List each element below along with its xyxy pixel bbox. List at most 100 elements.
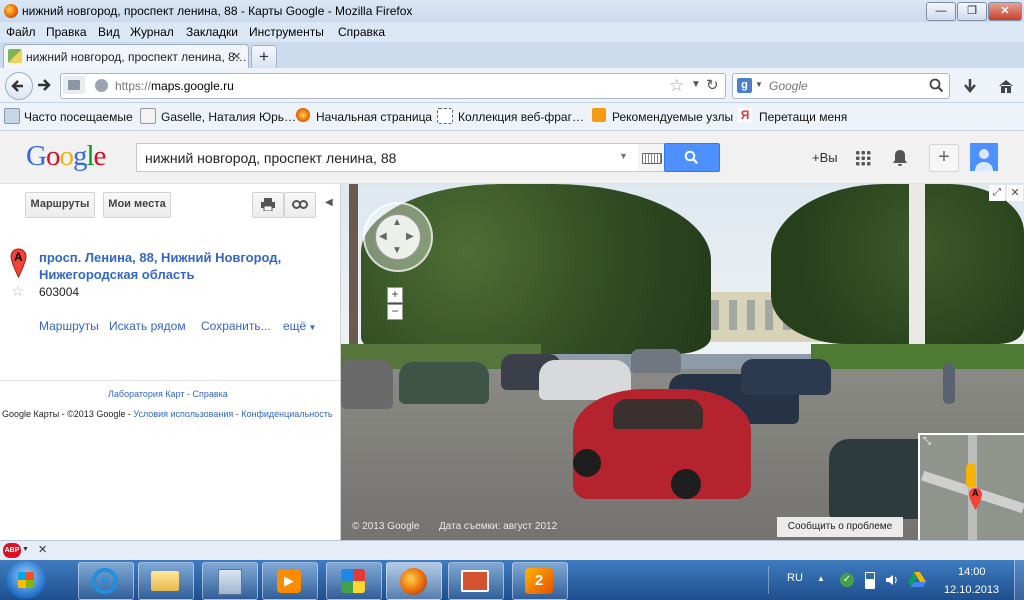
maps-search-input[interactable]: нижний новгород, проспект ленина, 88 ▼ (136, 143, 640, 172)
show-hidden-icons[interactable]: ▲ (817, 574, 825, 583)
pegman-icon[interactable] (966, 463, 976, 487)
menu-view[interactable]: Вид (98, 25, 120, 39)
plus-you-link[interactable]: +Вы (812, 150, 838, 165)
taskbar-calculator[interactable] (202, 562, 258, 600)
panel-copyright: Google Карты - ©2013 Google - Условия ис… (2, 409, 333, 419)
close-window-button[interactable]: ✕ (988, 2, 1022, 21)
address-bar[interactable]: https://maps.google.ru ☆ ▼ ↻ (60, 73, 726, 99)
bookmark-star-icon[interactable]: ☆ (669, 76, 684, 96)
adblock-icon[interactable]: ABP (3, 543, 21, 558)
search-bar[interactable]: g ▼ Google (732, 73, 950, 99)
apps-grid-icon[interactable] (855, 150, 871, 166)
taskbar-firefox[interactable] (386, 562, 442, 600)
notifications-bell-icon[interactable] (891, 148, 909, 168)
privacy-link[interactable]: Конфиденциальность (241, 409, 332, 419)
maps-search-button[interactable] (664, 143, 720, 172)
start-button[interactable] (6, 561, 46, 599)
labs-link[interactable]: Лаборатория Карт (108, 389, 185, 399)
show-desktop-button[interactable] (1014, 560, 1024, 600)
pan-down-icon[interactable]: ▼ (392, 245, 402, 256)
tab-close-icon[interactable]: ✕ (232, 50, 241, 63)
taskbar-app[interactable]: 2 (512, 562, 568, 600)
new-tab-button[interactable]: + (251, 45, 277, 69)
identity-box[interactable] (63, 76, 85, 94)
reload-icon[interactable]: ↻ (706, 76, 719, 94)
search-placeholder: Google (769, 79, 808, 93)
address-line-2[interactable]: Нижегородская область (39, 267, 195, 282)
link-save[interactable]: Сохранить... (201, 319, 271, 333)
google-logo[interactable]: Google (26, 140, 106, 173)
home-icon[interactable] (997, 77, 1015, 95)
my-places-button[interactable]: Мои места (103, 192, 171, 218)
bookmark-web-slices[interactable]: Коллекция веб-фраг… (458, 110, 584, 124)
pan-right-icon[interactable]: ▶ (406, 231, 414, 242)
bookmark-home-page[interactable]: Начальная страница (316, 110, 432, 124)
collapse-panel-icon[interactable]: ◀ (325, 197, 333, 208)
maximize-button[interactable]: ❐ (957, 2, 987, 21)
keyboard-button[interactable] (638, 143, 665, 172)
menu-tools[interactable]: Инструменты (249, 25, 324, 39)
link-more[interactable]: ещё ▼ (283, 319, 316, 333)
language-indicator[interactable]: RU (787, 572, 803, 584)
magnifier-icon (684, 150, 699, 165)
routes-button[interactable]: Маршруты (25, 192, 95, 218)
pan-control[interactable]: ▲ ▼ ◀ ▶ (363, 202, 433, 272)
taskbar-presentation[interactable] (448, 562, 504, 600)
dropdown-icon[interactable]: ▼ (691, 79, 701, 90)
avatar[interactable] (970, 143, 998, 171)
fullscreen-button[interactable]: ⤢ (989, 185, 1005, 201)
search-icon[interactable] (929, 78, 944, 93)
print-button[interactable] (252, 192, 284, 218)
drive-sync-icon[interactable] (908, 571, 926, 587)
close-streetview-button[interactable]: ✕ (1007, 185, 1023, 201)
battery-icon[interactable] (865, 572, 875, 589)
utility-pole (349, 184, 358, 364)
minimize-button[interactable]: — (926, 2, 956, 21)
pan-left-icon[interactable]: ◀ (379, 231, 387, 242)
address-line-1[interactable]: просп. Ленина, 88, Нижний Новгород, (39, 250, 281, 265)
menu-edit[interactable]: Правка (46, 25, 87, 39)
taskbar-media-player[interactable]: ▶ (262, 562, 318, 600)
taskbar-paint[interactable] (326, 562, 382, 600)
back-button[interactable] (5, 72, 33, 100)
clock-time[interactable]: 14:00 (958, 566, 986, 578)
link-button[interactable] (284, 192, 316, 218)
url-scheme: https:// (115, 79, 152, 93)
bookmark-gaselle[interactable]: Gaselle, Наталия Юрь… (161, 110, 296, 124)
bookmark-drag-me[interactable]: Перетащи меня (759, 110, 847, 124)
mini-map[interactable]: A ⤡ (918, 433, 1024, 540)
link-routes[interactable]: Маршруты (39, 319, 99, 333)
forward-button[interactable] (34, 74, 54, 96)
link-search-nearby[interactable]: Искать рядом (109, 319, 186, 333)
pan-up-icon[interactable]: ▲ (392, 217, 402, 228)
abp-dropdown-icon[interactable]: ▼ (22, 546, 29, 553)
taskbar-ie[interactable]: e (78, 562, 134, 600)
expand-map-icon[interactable]: ⤡ (923, 436, 931, 447)
security-check-icon[interactable]: ✓ (840, 573, 854, 587)
street-view-panorama[interactable]: ▲ ▼ ◀ ▶ + − ⤢ ✕ © 2013 Google Дата съемк… (341, 184, 1024, 540)
downloads-icon[interactable] (961, 77, 979, 95)
help-link[interactable]: Справка (193, 389, 228, 399)
taskbar-explorer[interactable] (138, 562, 194, 600)
zoom-out-button[interactable]: − (387, 304, 403, 320)
zoom-in-button[interactable]: + (387, 287, 403, 303)
favorite-star-icon[interactable]: ☆ (11, 282, 24, 300)
volume-icon[interactable] (884, 572, 900, 588)
close-addon-bar-icon[interactable]: ✕ (38, 543, 47, 556)
bookmark-most-visited[interactable]: Часто посещаемые (24, 110, 133, 124)
engine-dropdown-icon[interactable]: ▼ (755, 80, 763, 89)
google-search-engine-icon[interactable]: g (737, 78, 752, 93)
clock-date[interactable]: 12.10.2013 (944, 584, 999, 596)
share-plus-button[interactable]: + (929, 144, 959, 172)
report-problem-button[interactable]: Сообщить о проблеме (777, 517, 903, 537)
menu-file[interactable]: Файл (6, 25, 36, 39)
pan-inner[interactable]: ▲ ▼ ◀ ▶ (375, 214, 421, 260)
tab-maps[interactable]: нижний новгород, проспект ленина, 8… ✕ (3, 44, 249, 69)
panel-footer-links: Лаборатория Карт - Справка (108, 389, 228, 399)
terms-link[interactable]: Условия использования (133, 409, 233, 419)
menu-help[interactable]: Справка (338, 25, 385, 39)
menu-bookmarks[interactable]: Закладки (186, 25, 238, 39)
menu-history[interactable]: Журнал (130, 25, 174, 39)
bookmark-suggested-sites[interactable]: Рекомендуемые узлы (612, 110, 733, 124)
history-dropdown-icon[interactable]: ▼ (619, 151, 628, 161)
